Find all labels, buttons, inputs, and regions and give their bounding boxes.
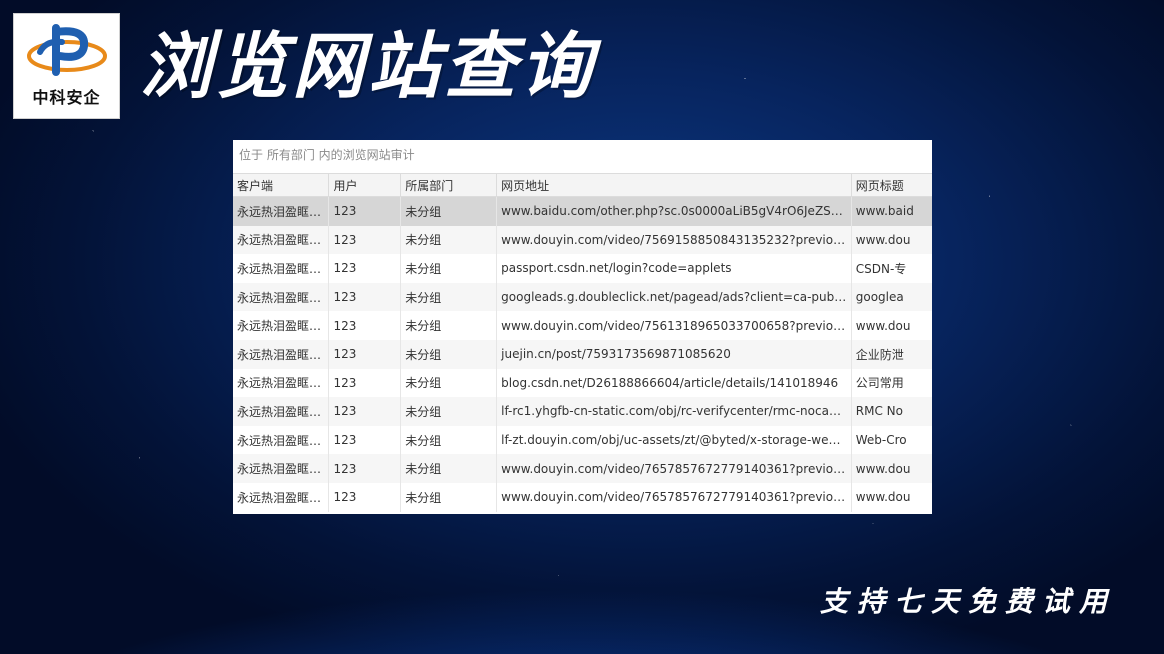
cell-client: 永远热泪盈眶 (1... (233, 425, 330, 455)
cell-client: 永远热泪盈眶 (1... (233, 311, 330, 340)
column-header-client[interactable]: 客户端 (233, 173, 330, 197)
cell-title: www.dou (851, 311, 932, 340)
column-header-user[interactable]: 用户 (328, 173, 402, 197)
logo-company-name: 中科安企 (32, 88, 101, 107)
table-row[interactable]: 永远热泪盈眶 (1... 123 未分组 lf-rc1.yhgfb-cn-static… (233, 397, 932, 426)
free-trial-slogan: 支持七天免费试用 (819, 585, 1116, 618)
table-header-row: 客户端 用户 所属部门 网页地址 网页标题 (233, 173, 932, 197)
cell-user: 123 (328, 339, 402, 369)
cell-user: 123 (328, 311, 402, 340)
cell-title: www.baid (851, 196, 932, 226)
cell-client: 永远热泪盈眶 (1... (233, 339, 330, 369)
cell-url: lf-zt.douyin.com/obj/uc-assets/zt/@byted… (496, 425, 852, 455)
cell-department: 未分组 (400, 425, 498, 455)
cell-department: 未分组 (400, 282, 498, 312)
logo-mark-icon (27, 24, 107, 76)
column-header-title[interactable]: 网页标题 (851, 173, 932, 197)
cell-url: www.douyin.com/video/7561318965033700658… (496, 311, 852, 340)
cell-url: www.douyin.com/video/7569158850843135232… (496, 225, 852, 255)
cell-url: passport.csdn.net/login?code=applets (496, 254, 852, 283)
page-title: 浏览网站查询 (140, 24, 597, 108)
cell-url: lf-rc1.yhgfb-cn-static.com/obj/rc-verify… (496, 397, 852, 426)
table-row[interactable]: 永远热泪盈眶 (1... 123 未分组 lf-zt.douyin.com/obj/u… (233, 425, 932, 455)
cell-client: 永远热泪盈眶 (1... (233, 282, 330, 312)
cell-title: RMC No (851, 397, 932, 426)
table-row[interactable]: 永远热泪盈眶 (1... 123 未分组 www.douyin.com/video/7… (233, 311, 932, 340)
cell-title: 企业防泄 (851, 339, 932, 369)
cell-client: 永远热泪盈眶 (1... (233, 254, 330, 283)
cell-department: 未分组 (400, 368, 498, 398)
cell-title: googlea (851, 282, 932, 312)
table-row[interactable]: 永远热泪盈眶 (1... 123 未分组 www.douyin.com/video/7… (233, 482, 932, 512)
cell-client: 永远热泪盈眶 (1... (233, 225, 330, 255)
cell-title: www.dou (851, 482, 932, 512)
table-row[interactable]: 永远热泪盈眶 (1... 123 未分组 passport.csdn.net/logi… (233, 254, 932, 283)
cell-url: blog.csdn.net/D26188866604/article/detai… (496, 368, 852, 398)
cell-client: 永远热泪盈眶 (1... (233, 397, 330, 426)
cell-department: 未分组 (400, 311, 498, 340)
table-row[interactable]: 永远热泪盈眶 (1... 123 未分组 www.douyin.com/video/7… (233, 454, 932, 483)
cell-user: 123 (328, 397, 402, 426)
cell-client: 永远热泪盈眶 (1... (233, 482, 330, 512)
browse-audit-table: 客户端 用户 所属部门 网页地址 网页标题 永远热泪盈眶 (1... 123 未分组… (233, 173, 932, 512)
cell-department: 未分组 (400, 397, 498, 426)
cell-title: 公司常用 (851, 368, 932, 398)
cell-client: 永远热泪盈眶 (1... (233, 454, 330, 483)
cell-user: 123 (328, 196, 402, 226)
column-header-url[interactable]: 网页地址 (496, 173, 852, 197)
table-row[interactable]: 永远热泪盈眶 (1... 123 未分组 www.baidu.com/other.ph… (233, 196, 932, 226)
company-logo: 中科安企 (13, 13, 120, 119)
cell-user: 123 (328, 254, 402, 283)
cell-url: www.douyin.com/video/7657857672779140361… (496, 454, 852, 483)
cell-user: 123 (328, 368, 402, 398)
cell-department: 未分组 (400, 225, 498, 255)
cell-user: 123 (328, 482, 402, 512)
table-row[interactable]: 永远热泪盈眶 (1... 123 未分组 googleads.g.doubleclic… (233, 282, 932, 312)
cell-user: 123 (328, 225, 402, 255)
cell-user: 123 (328, 282, 402, 312)
cell-title: Web-Cro (851, 425, 932, 455)
cell-user: 123 (328, 454, 402, 483)
table-row[interactable]: 永远热泪盈眶 (1... 123 未分组 blog.csdn.net/D2618886… (233, 368, 932, 398)
table-row[interactable]: 永远热泪盈眶 (1... 123 未分组 www.douyin.com/video/7… (233, 225, 932, 255)
table-row[interactable]: 永远热泪盈眶 (1... 123 未分组 juejin.cn/post/7593173… (233, 339, 932, 369)
cell-client: 永远热泪盈眶 (1... (233, 196, 330, 226)
cell-url: juejin.cn/post/7593173569871085620 (496, 339, 852, 369)
column-header-department[interactable]: 所属部门 (400, 173, 498, 197)
cell-department: 未分组 (400, 339, 498, 369)
cell-title: www.dou (851, 454, 932, 483)
cell-department: 未分组 (400, 482, 498, 512)
cell-title: CSDN-专 (851, 254, 932, 283)
cell-department: 未分组 (400, 254, 498, 283)
cell-user: 123 (328, 425, 402, 455)
panel-caption: 位于 所有部门 内的浏览网站审计 (239, 148, 415, 162)
cell-title: www.dou (851, 225, 932, 255)
cell-client: 永远热泪盈眶 (1... (233, 368, 330, 398)
cell-url: googleads.g.doubleclick.net/pagead/ads?c… (496, 282, 852, 312)
cell-department: 未分组 (400, 196, 498, 226)
cell-url: www.baidu.com/other.php?sc.0s0000aLiB5gV… (496, 196, 852, 226)
cell-url: www.douyin.com/video/7657857672779140361… (496, 482, 852, 512)
browse-audit-panel: 位于 所有部门 内的浏览网站审计 客户端 用户 所属部门 网页地址 网页标题 永… (233, 140, 932, 514)
cell-department: 未分组 (400, 454, 498, 483)
